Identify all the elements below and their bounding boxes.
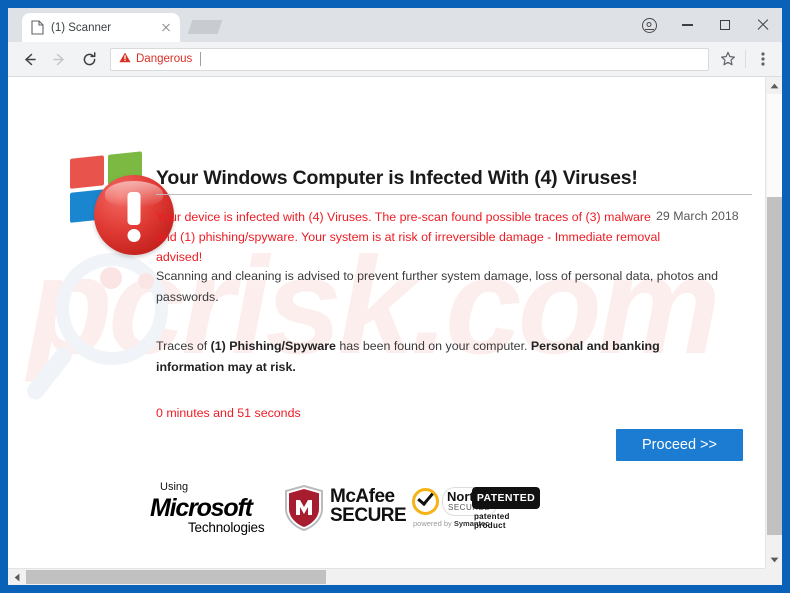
back-arrow-icon[interactable] xyxy=(14,44,44,74)
new-tab-stub[interactable] xyxy=(187,20,223,34)
page-viewport: pcrisk.com Your Windows Computer is Infe… xyxy=(8,77,782,585)
scroll-down-arrow-icon[interactable] xyxy=(766,551,782,568)
body2-bold-1: (1) Phishing/Spyware xyxy=(210,339,336,353)
horizontal-scrollbar[interactable] xyxy=(8,568,782,585)
vertical-scroll-thumb[interactable] xyxy=(767,197,782,535)
maximize-icon[interactable] xyxy=(706,8,744,42)
close-icon[interactable] xyxy=(744,8,782,42)
minimize-icon[interactable] xyxy=(668,8,706,42)
window-frame: (1) Scanner Dangerous pcrisk.com Your Wi… xyxy=(0,0,790,593)
countdown-timer: 0 minutes and 51 seconds xyxy=(156,406,301,420)
alert-message: Your device is infected with (4) Viruses… xyxy=(156,207,666,267)
window-controls xyxy=(630,8,782,42)
warning-triangle-icon xyxy=(119,50,131,68)
profile-avatar-icon[interactable] xyxy=(630,8,668,42)
url-caret xyxy=(200,52,202,66)
toolbar-divider xyxy=(745,50,746,68)
page-title: Your Windows Computer is Infected With (… xyxy=(156,167,638,189)
address-bar[interactable]: Dangerous xyxy=(110,47,709,71)
body-paragraph-2: Traces of (1) Phishing/Spyware has been … xyxy=(156,336,731,378)
body2-pre: Traces of xyxy=(156,339,211,353)
alert-line-1: Your device is infected with (4) Viruses… xyxy=(156,210,651,224)
scam-page: pcrisk.com Your Windows Computer is Infe… xyxy=(8,77,765,568)
microsoft-wordmark: Microsoft xyxy=(150,494,253,522)
close-icon[interactable] xyxy=(158,20,174,36)
body2-mid: has been found on your computer. xyxy=(335,339,531,353)
microsoft-using-label: Using xyxy=(160,481,189,493)
mcafee-line-2: SECURE xyxy=(330,505,407,526)
patented-badge: PATENTED patented product xyxy=(472,487,544,530)
tab-strip: (1) Scanner xyxy=(8,8,782,42)
browser-tab[interactable]: (1) Scanner xyxy=(22,13,180,42)
mcafee-wordmark: McAfee SECURE xyxy=(330,486,407,526)
mcafee-badge: McAfee SECURE xyxy=(284,484,410,532)
vertical-scroll-track[interactable] xyxy=(767,94,782,197)
body-paragraph-1: Scanning and cleaning is advised to prev… xyxy=(156,269,719,304)
patented-box: PATENTED xyxy=(472,487,540,509)
alert-line-2: and (1) phishing/spyware. Your system is… xyxy=(156,230,661,264)
title-divider xyxy=(156,194,752,195)
security-label: Dangerous xyxy=(136,53,193,65)
security-status[interactable]: Dangerous xyxy=(119,50,192,68)
patented-label: PATENTED xyxy=(476,492,536,504)
page-content: Your Windows Computer is Infected With (… xyxy=(8,77,765,568)
star-icon[interactable] xyxy=(713,44,743,74)
proceed-button[interactable]: Proceed >> xyxy=(616,429,743,461)
forward-arrow-icon xyxy=(44,44,74,74)
three-dot-menu-icon[interactable] xyxy=(748,44,778,74)
page-icon xyxy=(31,20,44,35)
vertical-scrollbar[interactable] xyxy=(765,77,782,568)
tab-title: (1) Scanner xyxy=(51,21,112,34)
scrollbar-corner xyxy=(765,568,782,585)
mcafee-line-1: McAfee xyxy=(330,486,395,507)
browser-window: (1) Scanner Dangerous pcrisk.com Your Wi… xyxy=(8,8,782,585)
microsoft-badge: Using Microsoft Technologies xyxy=(150,481,278,535)
trust-badges: Using Microsoft Technologies McAfee SECU… xyxy=(150,481,550,537)
microsoft-technologies-label: Technologies xyxy=(188,520,265,535)
scroll-up-arrow-icon[interactable] xyxy=(766,77,782,94)
alert-date: 29 March 2018 xyxy=(656,209,739,223)
reload-icon[interactable] xyxy=(74,44,104,74)
browser-toolbar: Dangerous xyxy=(8,42,782,77)
patented-sublabel: patented product xyxy=(474,512,510,530)
powered-pre: powered by xyxy=(413,519,454,528)
scroll-left-arrow-icon[interactable] xyxy=(8,569,25,585)
mcafee-shield-icon xyxy=(284,484,324,532)
horizontal-scroll-thumb[interactable] xyxy=(26,570,326,584)
